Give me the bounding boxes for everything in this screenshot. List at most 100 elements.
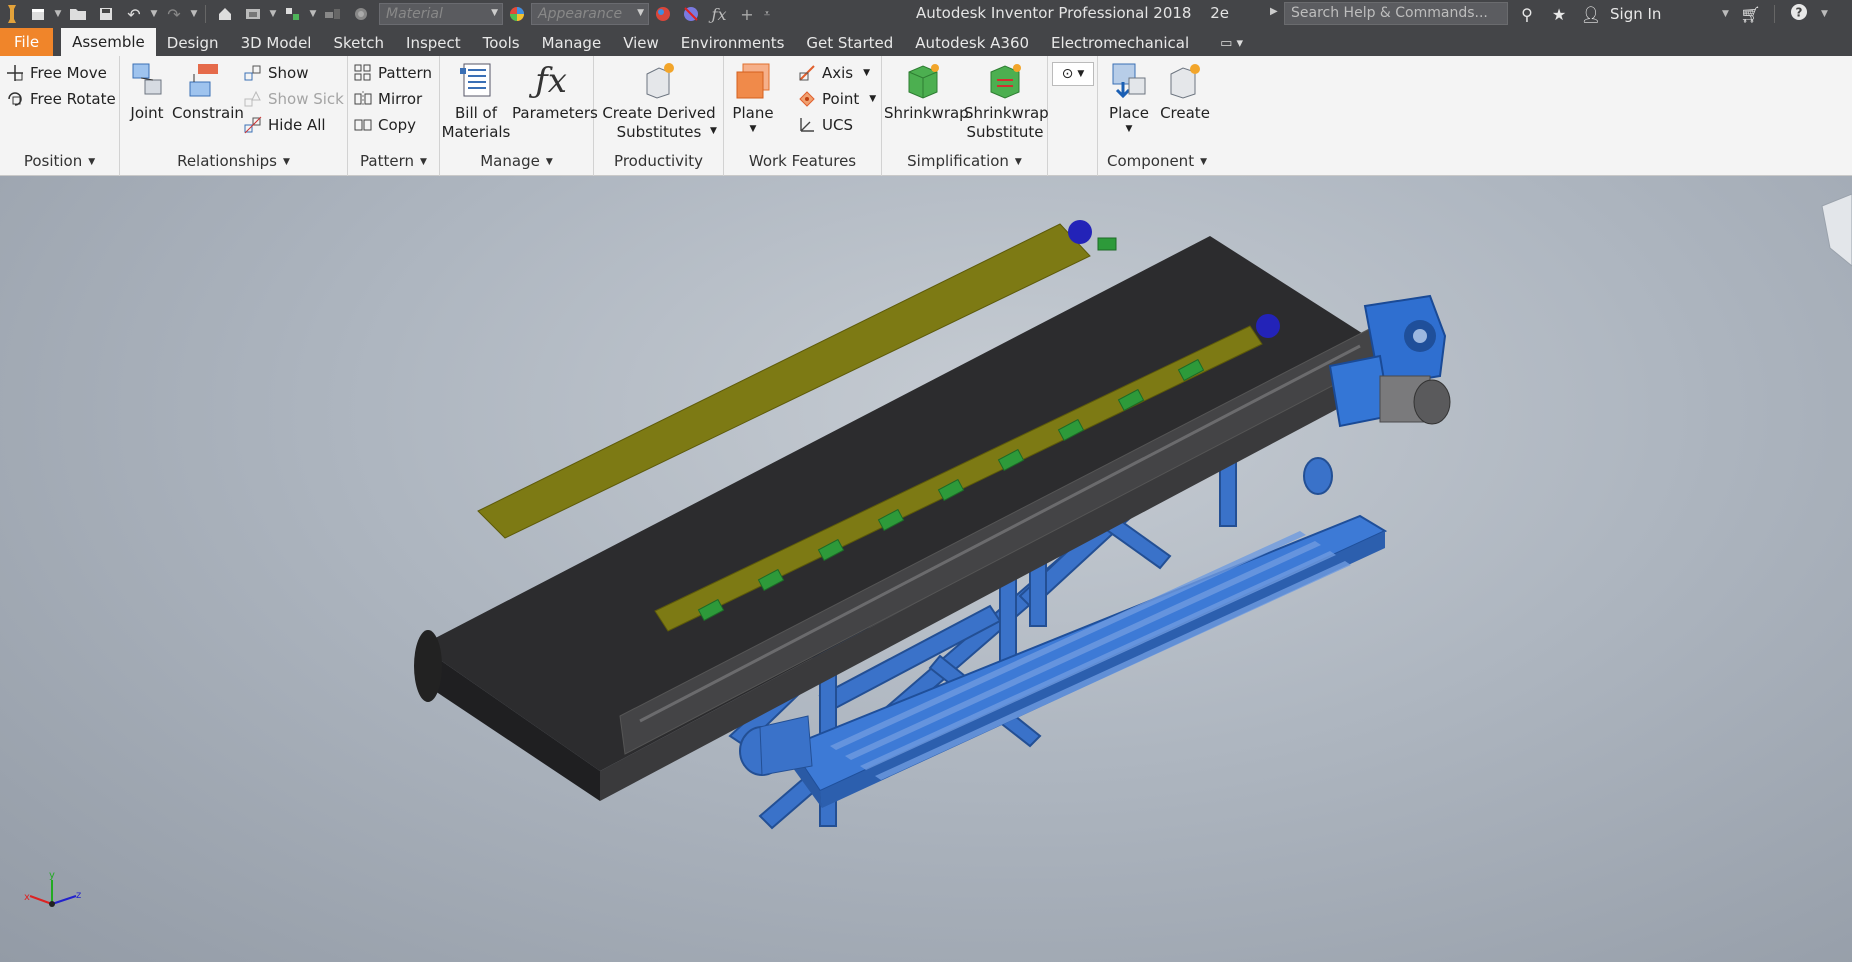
joint-label: Joint <box>130 104 164 122</box>
dropdown-circle-icon: ⊙ <box>1061 66 1074 82</box>
redo-dropdown-icon[interactable]: ▼ <box>188 9 200 19</box>
local-update-icon[interactable] <box>239 3 267 25</box>
tab-environments[interactable]: Environments <box>670 30 796 56</box>
panel-simplification-title[interactable]: Simplification ▼ <box>882 152 1047 174</box>
copy-label: Copy <box>378 116 417 134</box>
appearance-combo[interactable]: Appearance ▼ <box>531 3 649 25</box>
bill-of-materials-button[interactable]: Bill of Materials <box>440 60 512 142</box>
help-icon[interactable]: ? <box>1786 3 1812 25</box>
help-dropdown-icon[interactable]: ▼ <box>1818 9 1830 19</box>
point-icon <box>798 90 816 108</box>
redo-icon[interactable]: ↷ <box>160 3 188 25</box>
panel-component-title[interactable]: Component ▼ <box>1098 152 1216 174</box>
open-folder-icon[interactable] <box>64 3 92 25</box>
place-dropdown-icon[interactable]: ▼ <box>1102 123 1156 135</box>
expand-search-icon[interactable]: ▶ <box>1270 6 1278 17</box>
new-file-icon[interactable] <box>24 3 52 25</box>
tab-assemble[interactable]: Assemble <box>61 28 156 56</box>
tab-file[interactable]: File <box>0 28 54 56</box>
panel-expand-icon: ▼ <box>88 156 96 167</box>
quick-access-toolbar: ▼ ↶ ▼ ↷ ▼ ▼ ▼ Material ▼ Appearance ▼ ƒx… <box>0 0 773 28</box>
customize-dropdown-icon[interactable]: ⩡ <box>761 7 773 21</box>
ucs-button[interactable]: UCS <box>798 116 853 134</box>
pattern-button[interactable]: Pattern <box>354 64 432 82</box>
tab-tools[interactable]: Tools <box>472 30 531 56</box>
panel-manage-title-label: Manage <box>480 152 540 170</box>
tab-autodesk-a360[interactable]: Autodesk A360 <box>904 30 1040 56</box>
material-combo[interactable]: Material ▼ <box>379 3 503 25</box>
point-dropdown-icon[interactable]: ▼ <box>869 94 876 104</box>
plus-icon[interactable]: + <box>733 3 761 25</box>
panel-simplification: Shrinkwrap Shrinkwrap Substitute Simplif… <box>882 56 1049 176</box>
new-dropdown-icon[interactable]: ▼ <box>52 9 64 19</box>
mirror-button[interactable]: Mirror <box>354 90 422 108</box>
place-button[interactable]: Place ▼ <box>1102 60 1156 135</box>
joint-button[interactable]: Joint <box>124 60 170 123</box>
panel-pattern-title[interactable]: Pattern ▼ <box>348 152 439 174</box>
fx-parameters-icon[interactable]: ƒx <box>705 3 733 25</box>
home-icon[interactable] <box>211 3 239 25</box>
plane-button[interactable]: Plane ▼ <box>728 60 778 135</box>
free-rotate-button[interactable]: Free Rotate <box>6 90 116 108</box>
select-priority-icon[interactable] <box>279 3 307 25</box>
tab-design[interactable]: Design <box>156 30 230 56</box>
show-sick-button[interactable]: Show Sick <box>244 90 344 108</box>
create-derived-substitutes-button[interactable]: Create Derived Substitutes <box>596 60 722 142</box>
inventor-logo-icon[interactable] <box>0 3 24 25</box>
svg-text:?: ? <box>1796 6 1803 20</box>
tab-sketch[interactable]: Sketch <box>322 30 395 56</box>
selection-filter-icon[interactable] <box>319 3 347 25</box>
tab-electromechanical[interactable]: Electromechanical <box>1040 30 1200 56</box>
hide-all-button[interactable]: Hide All <box>244 116 326 134</box>
favorites-star-icon[interactable]: ★ <box>1546 5 1572 24</box>
graphics-viewport[interactable]: x z y <box>0 176 1852 962</box>
axis-button[interactable]: Axis ▼ <box>798 64 870 82</box>
conveyor-assembly-model[interactable]: x z y <box>0 176 1852 962</box>
plane-dropdown-icon[interactable]: ▼ <box>728 123 778 135</box>
free-move-button[interactable]: Free Move <box>6 64 107 82</box>
adjust-appearance-icon[interactable] <box>649 3 677 25</box>
select-dropdown-icon[interactable]: ▼ <box>307 9 319 19</box>
binoculars-icon[interactable]: ⚲ <box>1514 5 1540 24</box>
undo-icon[interactable]: ↶ <box>120 3 148 25</box>
sign-in-dropdown-icon[interactable]: ▼ <box>1719 9 1731 19</box>
point-button[interactable]: Point ▼ <box>798 90 876 108</box>
axis-dropdown-icon[interactable]: ▼ <box>863 68 870 78</box>
shrinkwrap-substitute-label-line1: Shrinkwrap <box>964 104 1049 122</box>
clear-appearance-icon[interactable] <box>677 3 705 25</box>
undo-dropdown-icon[interactable]: ▼ <box>148 9 160 19</box>
copy-button[interactable]: Copy <box>354 116 416 134</box>
separator <box>1774 5 1776 23</box>
cart-icon[interactable]: 🛒︎ <box>1737 5 1763 24</box>
panel-manage: Bill of Materials ƒx Parameters Manage ▼ <box>440 56 598 176</box>
tab-manage[interactable]: Manage <box>531 30 613 56</box>
panel-relationships-title[interactable]: Relationships ▼ <box>120 152 347 174</box>
tab-get-started[interactable]: Get Started <box>795 30 904 56</box>
parameters-button[interactable]: ƒx Parameters <box>512 60 598 123</box>
appearance-sphere-icon[interactable] <box>503 3 531 25</box>
panel-overflow-dropdown[interactable]: ⊙ ▼ <box>1052 62 1094 86</box>
constrain-button[interactable]: Constrain <box>172 60 244 123</box>
place-icon <box>1109 60 1149 102</box>
mirror-icon <box>354 90 372 108</box>
show-button[interactable]: Show <box>244 64 308 82</box>
sign-in-link[interactable]: Sign In <box>1610 5 1661 23</box>
shrinkwrap-substitute-button[interactable]: Shrinkwrap Substitute <box>964 60 1049 142</box>
tab-inspect[interactable]: Inspect <box>395 30 472 56</box>
create-derived-dropdown-icon[interactable]: ▼ <box>710 126 717 136</box>
place-label: Place <box>1109 104 1149 122</box>
material-dropdown-icon[interactable]: ▼ <box>491 8 498 18</box>
tab-view[interactable]: View <box>612 30 670 56</box>
shrinkwrap-button[interactable]: Shrinkwrap <box>884 60 969 123</box>
view-cube[interactable] <box>1821 193 1852 267</box>
globe-icon[interactable] <box>347 3 375 25</box>
update-dropdown-icon[interactable]: ▼ <box>267 9 279 19</box>
appearance-dropdown-icon[interactable]: ▼ <box>637 8 644 18</box>
panel-position-title[interactable]: Position ▼ <box>0 152 119 174</box>
tab-3d-model[interactable]: 3D Model <box>230 30 323 56</box>
panel-manage-title[interactable]: Manage ▼ <box>440 152 593 174</box>
create-component-button[interactable]: Create <box>1158 60 1212 123</box>
save-icon[interactable] <box>92 3 120 25</box>
search-help-input[interactable]: Search Help & Commands... <box>1284 2 1508 25</box>
ribbon-display-toggle-icon[interactable]: ▭ ▾ <box>1220 30 1243 56</box>
